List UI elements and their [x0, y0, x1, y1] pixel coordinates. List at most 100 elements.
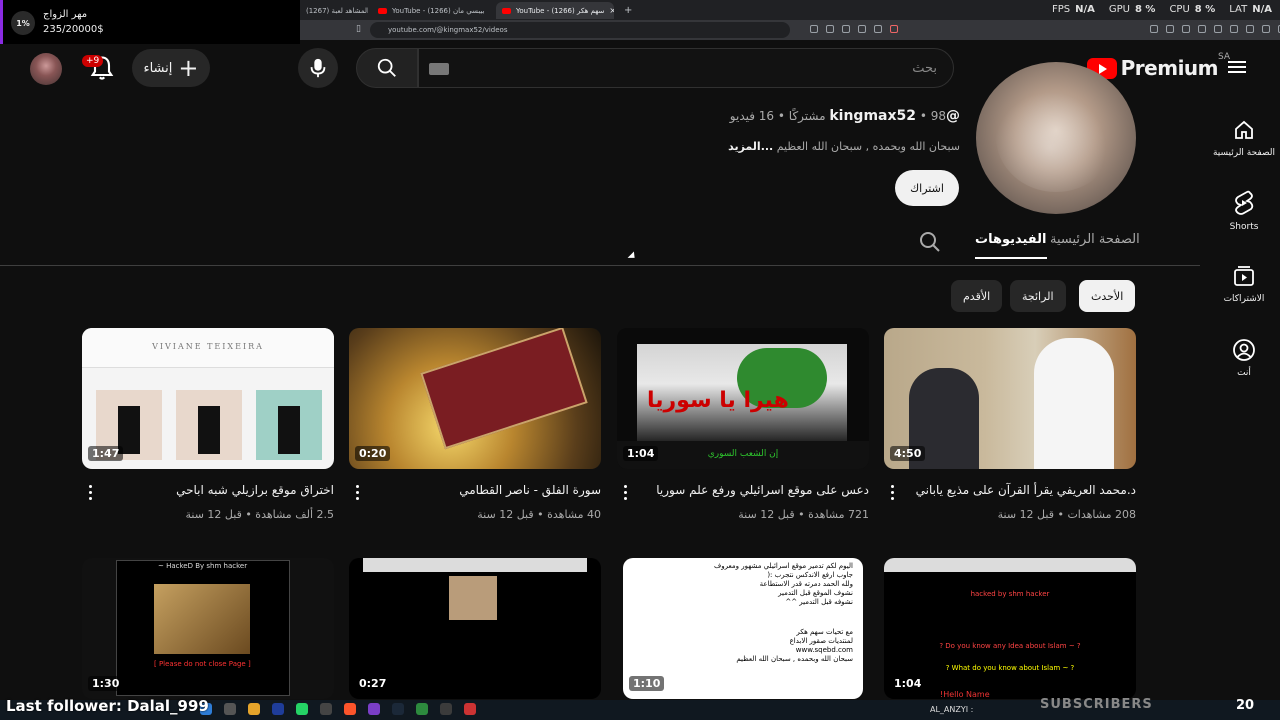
- search-input[interactable]: [419, 49, 953, 87]
- extension-icon[interactable]: [1166, 25, 1174, 33]
- steam-icon[interactable]: [392, 703, 404, 715]
- share-icon[interactable]: [858, 25, 866, 33]
- thumbnail-text: هيرا يا سوريا: [647, 388, 789, 413]
- whatsapp-icon[interactable]: [296, 703, 308, 715]
- voice-search-button[interactable]: [298, 48, 338, 88]
- obs-icon[interactable]: [464, 703, 476, 715]
- taskbar-app-icon[interactable]: [224, 703, 236, 715]
- extension-icon[interactable]: [1198, 25, 1206, 33]
- video-thumbnail[interactable]: VIVIANE TEIXEIRA 1:47: [82, 328, 334, 469]
- video-thumbnail[interactable]: ~ HackeD By shm hacker [ Please do not c…: [82, 558, 334, 699]
- thumbnail-text: ? Do you know any Idea about Islam ~ ?: [939, 642, 1081, 650]
- extension-icon[interactable]: [1262, 25, 1270, 33]
- video-card[interactable]: هيرا يا سوريا إن الشعب السوري 1:04 دعس ع…: [617, 328, 869, 521]
- notification-badge: +9: [82, 55, 104, 67]
- channel-more-link[interactable]: ...المزيد: [728, 140, 773, 153]
- video-thumbnail[interactable]: هيرا يا سوريا إن الشعب السوري 1:04: [617, 328, 869, 469]
- lat-value: N/A: [1252, 4, 1272, 15]
- video-card[interactable]: 4:50 د.محمد العريفي يقرأ القرآن على مذيع…: [884, 328, 1136, 521]
- keyboard-icon[interactable]: [429, 63, 449, 75]
- extension-icon[interactable]: [1246, 25, 1254, 33]
- channel-avatar[interactable]: [976, 62, 1136, 214]
- sidebar-item-home[interactable]: الصفحة الرئيسية: [1208, 118, 1280, 158]
- taskbar-app-icon[interactable]: [320, 703, 332, 715]
- video-title[interactable]: دعس على موقع اسرائيلي ورفع علم سوريا: [656, 483, 869, 497]
- chrome-icon[interactable]: [248, 703, 260, 715]
- extension-icon[interactable]: [1182, 25, 1190, 33]
- video-thumbnail[interactable]: اليوم لكم تدمير موقع اسرائيلي مشهور ومعر…: [623, 558, 863, 699]
- channel-tabs: الصفحة الرئيسية الفيديوهات: [0, 228, 1200, 266]
- url-text: youtube.com/@kingmax52/videos: [388, 26, 508, 34]
- chat-username: AL_ANZYI :: [930, 705, 974, 714]
- video-card[interactable]: 0:27: [349, 558, 601, 699]
- video-meta: 208 مشاهدات • قبل 12 سنة: [997, 508, 1136, 521]
- taskbar-app-icon[interactable]: [416, 703, 428, 715]
- close-tab-icon[interactable]: ×: [609, 6, 614, 15]
- chip-latest[interactable]: الأحدث: [1079, 280, 1136, 312]
- video-title[interactable]: اختراق موقع برازيلي شبه اباحي: [176, 483, 334, 497]
- video-card[interactable]: 0:20 سورة الفلق - ناصر القطامي 40 مشاهدة…: [349, 328, 601, 521]
- video-thumbnail[interactable]: 0:20: [349, 328, 601, 469]
- video-card[interactable]: hacked by shm hacker ? Do you know any I…: [884, 558, 1136, 699]
- chip-popular[interactable]: الرائجة: [1010, 280, 1066, 312]
- browser-tab[interactable]: YouTube - (1266) بيبسي مان: [372, 2, 494, 19]
- taskbar-app-icon[interactable]: [368, 703, 380, 715]
- browser-tab[interactable]: (1267) جميع المشاهد لعبة: [300, 2, 368, 19]
- create-button[interactable]: إنشاء +: [132, 49, 210, 87]
- subscriber-count: 20: [1236, 698, 1255, 713]
- more-actions-icon[interactable]: [86, 485, 94, 503]
- install-icon[interactable]: [810, 25, 818, 33]
- channel-search-icon[interactable]: [918, 230, 942, 254]
- premiere-icon[interactable]: [272, 703, 284, 715]
- video-card[interactable]: VIVIANE TEIXEIRA 1:47 اختراق موقع برازيل…: [82, 328, 334, 521]
- sidebar-item-you[interactable]: أنت: [1208, 338, 1280, 378]
- video-thumbnail[interactable]: 0:27: [349, 558, 601, 699]
- bookmark-icon[interactable]: ▯: [356, 24, 361, 34]
- microphone-icon: [310, 58, 326, 78]
- sidebar-item-subscriptions[interactable]: الاشتراكات: [1208, 264, 1280, 304]
- page-action-icons: [810, 25, 898, 33]
- more-actions-icon[interactable]: [888, 485, 896, 503]
- system-stats: FPS N/A GPU 8 % CPU 8 % LAT N/A: [1052, 4, 1272, 15]
- subscribe-button[interactable]: اشتراك: [895, 170, 959, 206]
- guide-menu-button[interactable]: [1228, 58, 1246, 76]
- thumbnail-text: VIVIANE TEIXEIRA: [82, 328, 334, 368]
- extension-icon[interactable]: [1214, 25, 1222, 33]
- video-duration: 1:04: [623, 446, 659, 461]
- cpu-label: CPU: [1169, 4, 1190, 15]
- search-icon: [377, 58, 396, 77]
- video-title[interactable]: سورة الفلق - ناصر القطامي: [459, 483, 601, 497]
- sidebar-item-shorts[interactable]: Shorts: [1208, 190, 1280, 232]
- video-thumbnail[interactable]: hacked by shm hacker ? Do you know any I…: [884, 558, 1136, 699]
- brave-shield-icon[interactable]: [890, 25, 898, 33]
- youtube-premium-logo[interactable]: Premium SA: [1086, 52, 1230, 80]
- video-title[interactable]: د.محمد العريفي يقرأ القرآن على مذيع يابا…: [916, 483, 1136, 497]
- you-icon: [1233, 339, 1255, 361]
- brave-icon[interactable]: [344, 703, 356, 715]
- video-card[interactable]: ~ HackeD By shm hacker [ Please do not c…: [82, 558, 334, 699]
- youtube-favicon-icon: [502, 7, 511, 14]
- search-button[interactable]: [356, 48, 418, 88]
- account-avatar[interactable]: [30, 53, 62, 85]
- video-duration: 0:27: [355, 676, 391, 691]
- browser-tab-active[interactable]: YouTube - (1266) سهم هكر ×: [496, 2, 614, 19]
- tab-videos[interactable]: الفيديوهات: [975, 232, 1047, 259]
- url-field[interactable]: youtube.com/@kingmax52/videos: [370, 22, 790, 38]
- more-actions-icon[interactable]: [353, 485, 361, 503]
- more-actions-icon[interactable]: [621, 485, 629, 503]
- video-duration: 1:30: [88, 676, 124, 691]
- translate-icon[interactable]: [826, 25, 834, 33]
- video-card[interactable]: اليوم لكم تدمير موقع اسرائيلي مشهور ومعر…: [623, 558, 875, 699]
- zoom-icon[interactable]: [842, 25, 850, 33]
- star-icon[interactable]: [874, 25, 882, 33]
- shorts-icon: [1235, 190, 1254, 215]
- extension-icon[interactable]: [1150, 25, 1158, 33]
- chip-oldest[interactable]: الأقدم: [951, 280, 1003, 312]
- video-thumbnail[interactable]: 4:50: [884, 328, 1136, 469]
- channel-description[interactable]: سبحان الله وبحمده , سبحان الله العظيم ..…: [728, 140, 960, 153]
- new-tab-button[interactable]: +: [618, 2, 632, 19]
- extension-icon[interactable]: [1230, 25, 1238, 33]
- taskbar-app-icon[interactable]: [440, 703, 452, 715]
- lat-label: LAT: [1229, 4, 1248, 15]
- tab-home[interactable]: الصفحة الرئيسية: [1050, 232, 1140, 247]
